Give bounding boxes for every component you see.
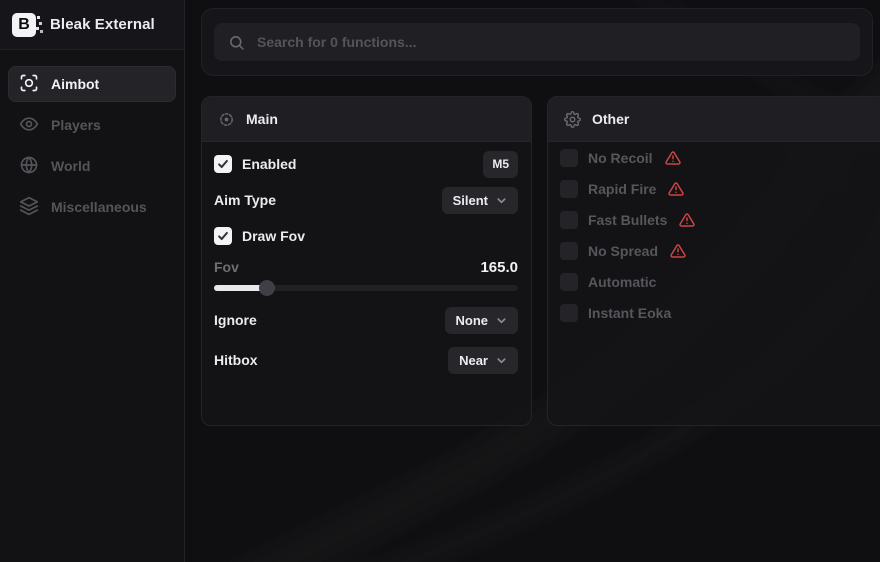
layers-icon	[19, 196, 39, 219]
sidebar-item-label: World	[51, 158, 90, 174]
chevron-down-icon	[496, 315, 507, 326]
ignore-dropdown[interactable]: None	[445, 307, 519, 334]
enabled-label: Enabled	[242, 156, 296, 172]
other-list: No Recoil Rapid Fire Fast Bullets	[560, 149, 874, 322]
sidebar-item-label: Miscellaneous	[51, 199, 147, 215]
fov-value: 165.0	[480, 259, 518, 276]
main-panel-title: Main	[246, 111, 278, 127]
eye-icon	[19, 114, 39, 137]
target-icon	[218, 111, 235, 128]
other-panel: Other No Recoil Rapid Fire Fast Bullets	[547, 96, 880, 426]
warning-icon	[668, 181, 684, 197]
aim-type-label: Aim Type	[214, 192, 276, 208]
main-panel-header: Main	[202, 97, 531, 142]
sidebar-item-aimbot[interactable]: Aimbot	[8, 66, 176, 102]
instant-eoka-checkbox[interactable]	[560, 304, 578, 322]
chevron-down-icon	[496, 355, 507, 366]
enabled-checkbox[interactable]	[214, 155, 232, 173]
fov-row: Fov 165.0	[214, 256, 518, 278]
gear-icon	[564, 111, 581, 128]
chevron-down-icon	[496, 195, 507, 206]
draw-fov-checkbox[interactable]	[214, 227, 232, 245]
no-spread-checkbox[interactable]	[560, 242, 578, 260]
warning-icon	[670, 243, 686, 259]
sidebar: B Bleak External Aimbot Players	[0, 0, 185, 562]
ignore-row: Ignore None	[214, 305, 518, 335]
no-spread-row: No Spread	[560, 242, 874, 260]
other-panel-title: Other	[592, 111, 629, 127]
instant-eoka-row: Instant Eoka	[560, 304, 874, 322]
other-panel-header: Other	[548, 97, 880, 142]
draw-fov-label: Draw Fov	[242, 228, 305, 244]
fast-bullets-label: Fast Bullets	[588, 212, 667, 228]
fov-label: Fov	[214, 259, 239, 275]
app-logo: B	[12, 13, 36, 37]
automatic-label: Automatic	[588, 274, 656, 290]
no-recoil-row: No Recoil	[560, 149, 874, 167]
sidebar-item-players[interactable]: Players	[8, 107, 176, 143]
warning-icon	[665, 150, 681, 166]
hitbox-value: Near	[459, 353, 488, 368]
sidebar-item-miscellaneous[interactable]: Miscellaneous	[8, 189, 176, 225]
rapid-fire-checkbox[interactable]	[560, 180, 578, 198]
sidebar-item-label: Aimbot	[51, 76, 99, 92]
search-box[interactable]	[214, 23, 860, 61]
automatic-checkbox[interactable]	[560, 273, 578, 291]
main-panel: Main Enabled M5 Aim Type Silent Draw Fov…	[201, 96, 532, 426]
scan-icon	[19, 73, 39, 96]
no-recoil-checkbox[interactable]	[560, 149, 578, 167]
draw-fov-row: Draw Fov	[214, 221, 518, 251]
sidebar-item-world[interactable]: World	[8, 148, 176, 184]
enabled-keybind-button[interactable]: M5	[483, 151, 518, 178]
enabled-row: Enabled M5	[214, 149, 518, 179]
hitbox-dropdown[interactable]: Near	[448, 347, 518, 374]
sidebar-nav: Aimbot Players World	[8, 66, 176, 225]
app-title: Bleak External	[50, 16, 155, 33]
fov-slider-row	[214, 280, 518, 296]
sidebar-item-label: Players	[51, 117, 101, 133]
no-recoil-label: No Recoil	[588, 150, 653, 166]
fov-slider-fill	[214, 285, 267, 291]
globe-icon	[19, 155, 39, 178]
warning-icon	[679, 212, 695, 228]
hitbox-row: Hitbox Near	[214, 345, 518, 375]
ignore-label: Ignore	[214, 312, 257, 328]
search-input[interactable]	[257, 34, 846, 50]
rapid-fire-row: Rapid Fire	[560, 180, 874, 198]
search-icon	[228, 34, 245, 51]
aim-type-value: Silent	[453, 193, 488, 208]
rapid-fire-label: Rapid Fire	[588, 181, 656, 197]
hitbox-label: Hitbox	[214, 352, 258, 368]
search-panel	[201, 8, 873, 76]
aim-type-dropdown[interactable]: Silent	[442, 187, 518, 214]
automatic-row: Automatic	[560, 273, 874, 291]
aim-type-row: Aim Type Silent	[214, 185, 518, 215]
fast-bullets-row: Fast Bullets	[560, 211, 874, 229]
instant-eoka-label: Instant Eoka	[588, 305, 671, 321]
no-spread-label: No Spread	[588, 243, 658, 259]
ignore-value: None	[456, 313, 489, 328]
fov-slider-handle[interactable]	[259, 280, 275, 296]
app-header: B Bleak External	[0, 0, 184, 50]
fast-bullets-checkbox[interactable]	[560, 211, 578, 229]
fov-slider[interactable]	[214, 285, 518, 291]
